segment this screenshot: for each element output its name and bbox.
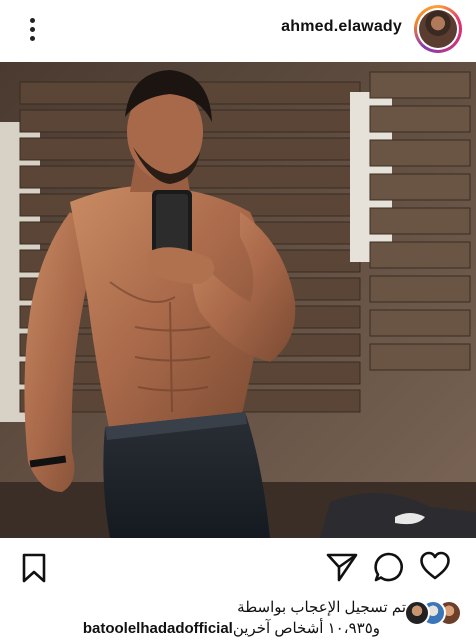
photo-illustration bbox=[0, 62, 476, 538]
paper-plane-icon[interactable] bbox=[326, 552, 358, 582]
liker-username[interactable]: batoolelhadadofficial bbox=[83, 620, 233, 637]
bookmark-icon[interactable] bbox=[20, 552, 48, 584]
post-actions bbox=[0, 544, 476, 590]
liker-avatars[interactable] bbox=[404, 600, 462, 626]
post-username[interactable]: ahmed.elawady bbox=[281, 18, 402, 36]
dot bbox=[29, 26, 35, 32]
dot bbox=[29, 17, 35, 23]
post-photo[interactable] bbox=[0, 62, 476, 538]
post-header: ahmed.elawady bbox=[0, 0, 476, 60]
story-ring[interactable] bbox=[414, 5, 462, 53]
others-count[interactable]: و١٠،٩٣٥ أشخاص آخرين bbox=[233, 620, 380, 637]
avatar-frame bbox=[417, 8, 459, 50]
comment-icon[interactable] bbox=[373, 551, 405, 583]
likes-section: تم تسجيل الإعجاب بواسطة batoolelhadadoff… bbox=[0, 594, 476, 644]
dot bbox=[29, 35, 35, 41]
more-options-icon[interactable] bbox=[22, 14, 42, 44]
avatar bbox=[404, 600, 430, 626]
liked-by-summary[interactable]: batoolelhadadofficialو١٠،٩٣٥ أشخاص آخرين bbox=[83, 619, 380, 637]
heart-icon[interactable] bbox=[419, 551, 451, 581]
avatar bbox=[419, 10, 457, 48]
liked-by-label: تم تسجيل الإعجاب بواسطة bbox=[237, 599, 406, 616]
